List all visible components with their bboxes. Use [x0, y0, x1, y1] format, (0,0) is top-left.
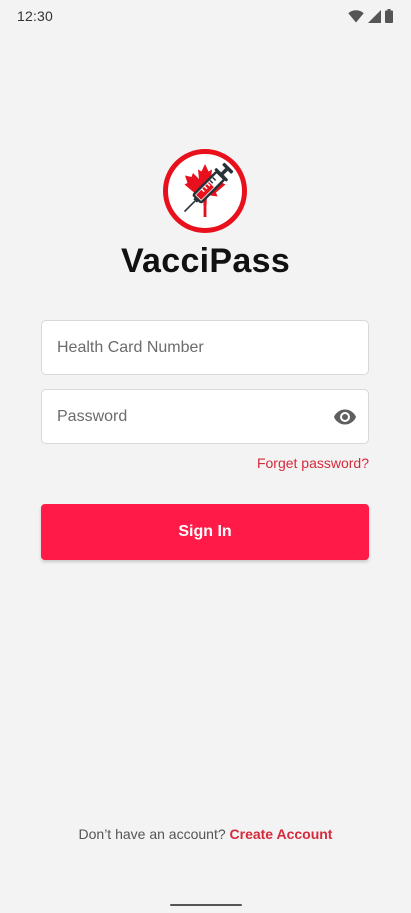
status-bar: 12:30: [0, 0, 411, 32]
status-icons: [348, 9, 393, 23]
password-field[interactable]: [41, 389, 369, 444]
battery-icon: [385, 9, 393, 23]
signup-prompt: Don’t have an account?: [78, 826, 226, 842]
app-title: VacciPass: [120, 242, 291, 280]
status-time: 12:30: [17, 8, 54, 24]
create-account-link[interactable]: Create Account: [230, 826, 333, 842]
maple-leaf-syringe-logo: [163, 149, 247, 233]
app-logo: [162, 148, 248, 234]
health-card-field[interactable]: [41, 320, 369, 375]
health-card-input[interactable]: [57, 321, 327, 374]
eye-icon[interactable]: [333, 405, 357, 429]
signal-icon: [368, 9, 381, 23]
wifi-icon: [348, 9, 364, 22]
footer: Don’t have an account? Create Account: [0, 826, 411, 842]
home-indicator[interactable]: [170, 904, 242, 906]
forgot-password-link[interactable]: Forget password?: [257, 455, 369, 471]
password-input[interactable]: [57, 390, 327, 443]
sign-in-button[interactable]: Sign In: [41, 504, 369, 560]
